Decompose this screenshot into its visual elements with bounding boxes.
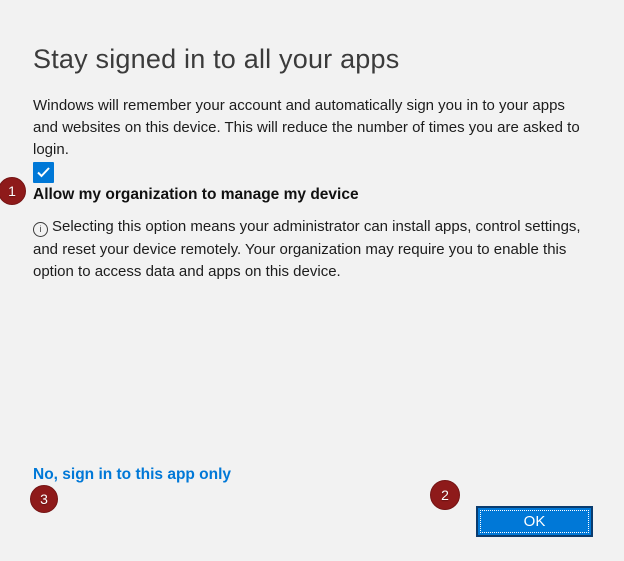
info-icon: i [33,222,48,237]
allow-organization-checkbox[interactable] [33,162,54,183]
sign-in-app-only-link[interactable]: No, sign in to this app only [33,466,231,484]
stay-signed-in-dialog: Stay signed in to all your apps Windows … [0,0,624,561]
page-title: Stay signed in to all your apps [33,44,400,74]
checkmark-icon [37,167,50,178]
info-note-text: Selecting this option means your adminis… [33,218,581,280]
ok-button-label: OK [523,513,546,530]
annotation-marker-2: 2 [430,480,460,510]
annotation-marker-3: 3 [30,485,58,513]
annotation-marker-1: 1 [0,177,26,205]
ok-button[interactable]: OK [476,506,593,537]
dialog-description: Windows will remember your account and a… [33,97,580,158]
allow-organization-label: Allow my organization to manage my devic… [33,186,359,203]
info-note: i Selecting this option means your admini… [33,216,593,284]
